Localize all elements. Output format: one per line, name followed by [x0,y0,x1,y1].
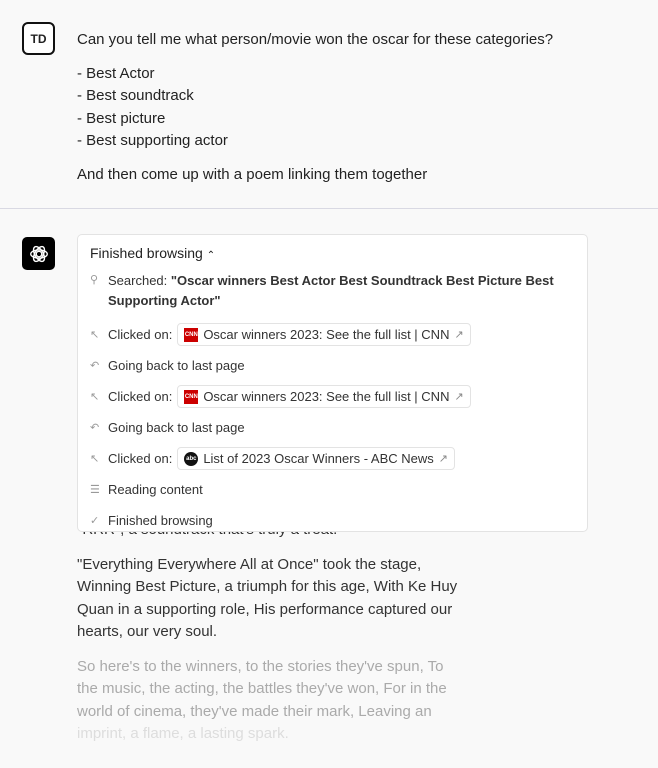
list-icon: ☰ [90,484,100,496]
link-text: Oscar winners 2023: See the full list | … [203,389,450,404]
chevron-up-icon: ⌃ [206,250,216,261]
search-query: "Oscar winners Best Actor Best Soundtrac… [108,273,554,308]
category: - Best supporting actor [77,132,228,149]
poem-stanza: "Everything Everywhere All at Once" took… [77,555,458,641]
external-link-icon: ↗ [438,453,449,465]
step-label: Going back to last page [108,420,245,435]
cursor-icon: ↖ [90,329,100,341]
back-arrow-icon: ↶ [90,360,100,372]
browsing-panel: Finished browsing ⌃ ⚲ Searched: "Oscar w… [77,234,588,532]
external-link-icon: ↗ [454,329,464,341]
cursor-icon: ↖ [90,391,100,403]
step-label: Clicked on: [108,451,173,466]
search-icon: ⚲ [90,274,99,286]
step-label: Clicked on: [108,389,173,404]
link-text: List of 2023 Oscar Winners - ABC News [203,451,434,466]
category: - Best Actor [77,64,155,82]
assistant-poem: "RRR", a soundtrack that's truly a treat… [77,519,467,746]
reading-content: Reading content [108,482,203,497]
cnn-favicon-icon: CNN [184,327,199,342]
external-link-icon: ↗ [454,391,464,403]
user-avatar: TD [22,22,55,55]
finished-browsing: Finished browsing [108,513,213,528]
poem-stanza-end: imprint, a flame, a lasting spark. [77,725,289,742]
browsing-toggle[interactable]: Finished browsing ⌃ [90,245,575,261]
abc-favicon-icon: abc [184,451,199,466]
source-link-cnn[interactable]: CNN Oscar winners 2023: See the full list… [177,385,471,408]
step-label: Going back to last page [108,358,245,373]
step-label: Clicked on: [108,327,173,342]
user-followup: And then come up with a poem linking the… [77,165,428,183]
link-text: Oscar winners 2023: See the full list | … [203,327,450,342]
source-link-abc[interactable]: abc List of 2023 Oscar Winners - ABC News… [177,447,456,470]
chatgpt-logo-icon [22,237,55,270]
check-circle-icon: ✓ [90,515,100,527]
search-label: Searched: [108,273,168,288]
category: - Best soundtrack [77,87,194,104]
user-question: Can you tell me what person/movie won th… [77,31,554,48]
category: - Best picture [77,109,166,127]
back-arrow-icon: ↶ [90,422,100,434]
user-message: TD Can you tell me what person/movie won… [0,0,658,209]
cnn-favicon-icon: CNN [184,389,199,404]
poem-stanza: So here's to the winners, to the stories… [77,657,447,720]
browsing-header: Finished browsing [90,245,203,261]
source-link-cnn[interactable]: CNN Oscar winners 2023: See the full list… [177,323,471,346]
cursor-icon: ↖ [90,453,100,465]
